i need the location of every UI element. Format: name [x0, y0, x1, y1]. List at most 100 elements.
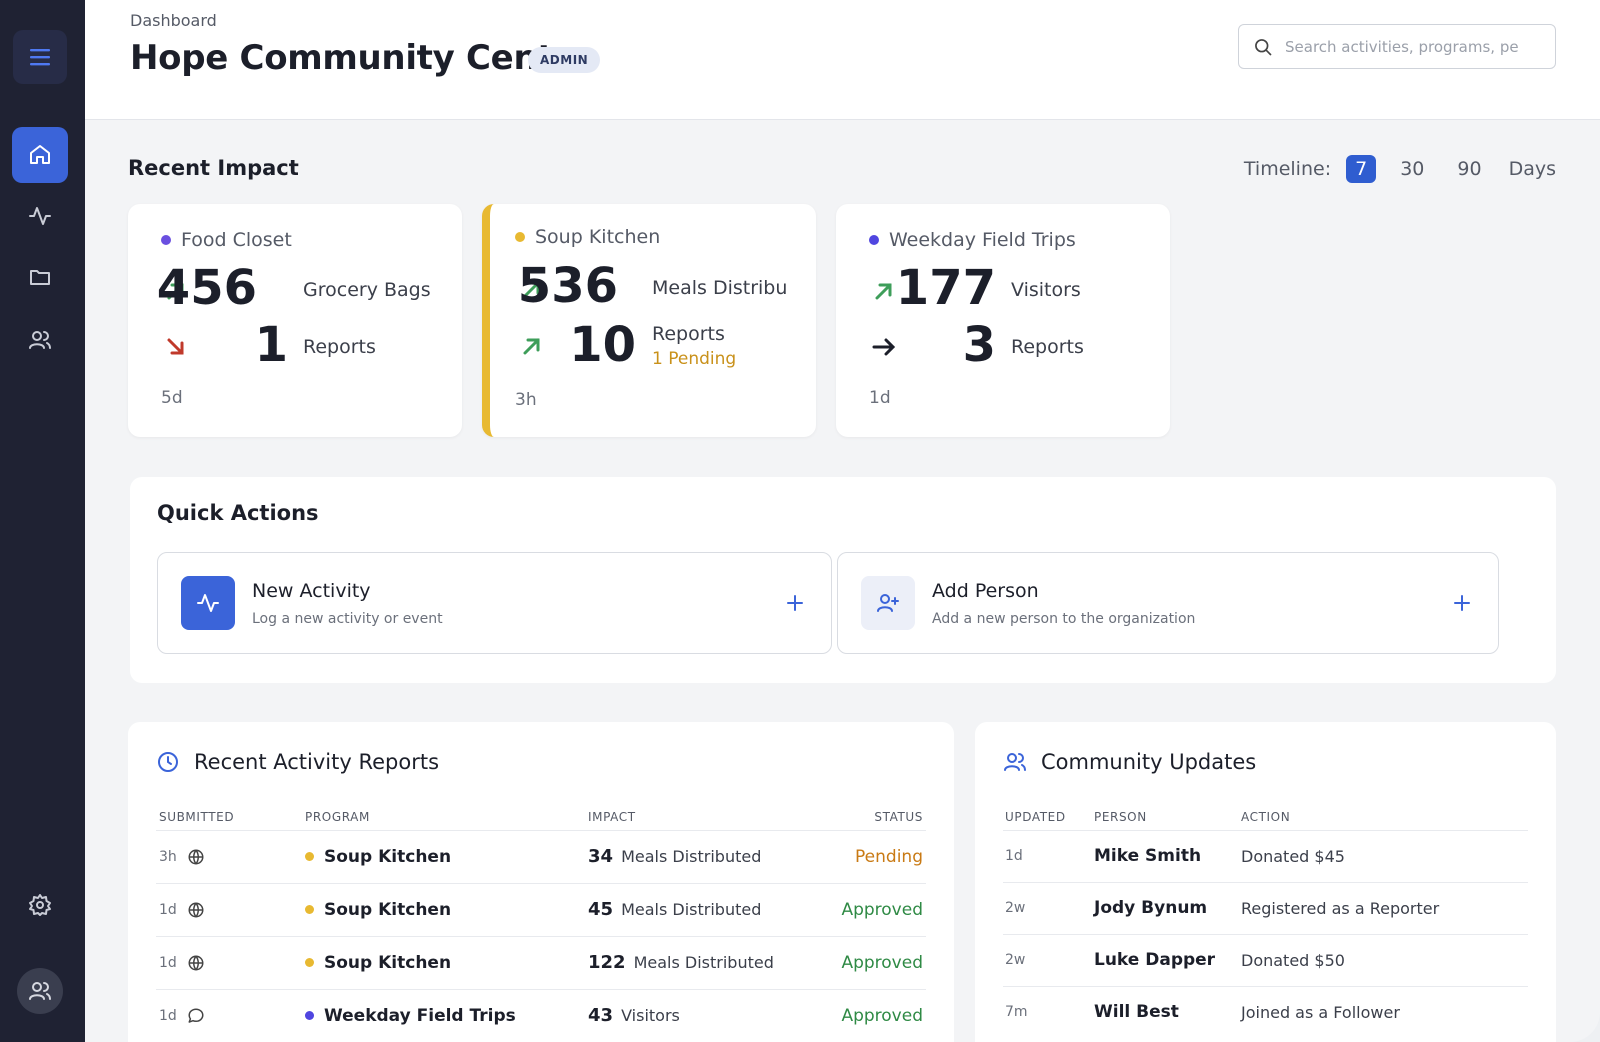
add-person-icon-tile [861, 576, 915, 630]
col-program[interactable]: PROGRAM [305, 810, 370, 824]
status-badge: Approved [841, 952, 923, 973]
divider [156, 883, 926, 884]
program-cell: Weekday Field Trips [305, 989, 516, 1042]
sidebar-item-settings[interactable] [12, 877, 68, 933]
card-age: 1d [869, 388, 891, 408]
divider [156, 830, 926, 831]
action-cell: Joined as a Follower [1241, 1002, 1400, 1022]
page-title: Hope Community Center [130, 38, 593, 78]
submitted-cell: 1d [159, 936, 205, 989]
status-badge: Pending [855, 846, 923, 867]
program-name: Weekday Field Trips [889, 229, 1076, 251]
impact-unit: Visitors [621, 1006, 680, 1025]
program-dot [161, 235, 171, 245]
impact-card-program: Food Closet [161, 229, 292, 251]
divider [156, 936, 926, 937]
secondary-value: 3 [962, 317, 996, 373]
impact-cell: 43 Visitors [588, 989, 680, 1042]
profile-avatar[interactable] [17, 968, 63, 1014]
secondary-unit: Reports [652, 323, 725, 345]
submitted-cell: 1d [159, 883, 205, 936]
person-cell: Mike Smith [1094, 846, 1202, 866]
activity-pulse-icon [197, 594, 219, 612]
globe-icon [188, 902, 204, 917]
primary-unit: Meals Distribu... [652, 277, 787, 299]
program-name: Soup Kitchen [535, 226, 661, 248]
menu-toggle-button[interactable] [13, 30, 67, 84]
primary-unit: Visitors [1011, 279, 1081, 301]
impact-unit: Meals Distributed [633, 953, 774, 972]
timeline-suffix: Days [1508, 158, 1556, 180]
program-dot [305, 905, 314, 914]
sidebar-item-people[interactable] [12, 312, 68, 368]
sidebar-item-folder[interactable] [12, 249, 68, 305]
chat-bubble-icon [188, 1008, 204, 1023]
impact-card-program: Weekday Field Trips [869, 229, 1076, 251]
secondary-value: 1 [254, 317, 288, 373]
impact-cell: 122 Meals Distributed [588, 936, 774, 989]
pending-count: 1 Pending [652, 349, 737, 369]
program-dot [305, 852, 314, 861]
updated-cell: 2w [1005, 952, 1026, 968]
program-dot [305, 958, 314, 967]
program-name: Soup Kitchen [324, 952, 452, 973]
impact-unit: Meals Distributed [621, 847, 762, 866]
secondary-unit: Reports [303, 336, 376, 358]
users-icon [1004, 753, 1026, 771]
new-activity-button[interactable]: New Activity Log a new activity or event [157, 552, 832, 654]
sidebar-item-home[interactable] [12, 127, 68, 183]
globe-icon [188, 955, 204, 970]
hamburger-menu-icon [30, 49, 50, 66]
add-person-button[interactable]: Add Person Add a new person to the organ… [837, 552, 1499, 654]
col-updated[interactable]: UPDATED [1005, 810, 1066, 824]
main-content: Dashboard Hope Community Center ADMIN Re… [85, 0, 1600, 1042]
panel-title: Community Updates [1041, 750, 1257, 774]
col-status[interactable]: STATUS [874, 810, 923, 824]
impact-unit: Meals Distributed [621, 900, 762, 919]
status-badge: Approved [841, 899, 923, 920]
col-action[interactable]: ACTION [1241, 810, 1290, 824]
timeline-option-90[interactable]: 90 [1448, 155, 1490, 183]
col-submitted[interactable]: SUBMITTED [159, 810, 234, 824]
person-cell: Will Best [1094, 1002, 1179, 1022]
sidebar-item-activity[interactable] [12, 188, 68, 244]
timeline-option-30[interactable]: 30 [1391, 155, 1433, 183]
program-cell: Soup Kitchen [305, 830, 451, 883]
recent-activity-reports-panel: Recent Activity Reports SUBMITTED PROGRA… [128, 722, 954, 1042]
impact-card-weekday-field-trips[interactable]: Weekday Field Trips 177 Visitors 3 Repor… [836, 204, 1170, 437]
col-person[interactable]: PERSON [1094, 810, 1147, 824]
status-badge: Approved [841, 1005, 923, 1026]
top-bar: Dashboard Hope Community Center ADMIN [85, 0, 1600, 120]
impact-cell: 45 Meals Distributed [588, 883, 761, 936]
plus-icon [1454, 595, 1470, 611]
community-updates-panel: Community Updates UPDATED PERSON ACTION … [975, 722, 1556, 1042]
action-cell: Registered as a Reporter [1241, 898, 1440, 918]
program-cell: Soup Kitchen [305, 883, 451, 936]
timeline-option-7[interactable]: 7 [1346, 155, 1377, 183]
gear-icon [29, 894, 51, 916]
plus-icon [787, 595, 803, 611]
card-age: 5d [161, 388, 183, 408]
submitted-age: 1d [159, 1007, 177, 1024]
sidebar [0, 0, 85, 1042]
timeline-selector: Timeline: 7 30 90 Days [1244, 155, 1556, 183]
impact-cell: 34 Meals Distributed [588, 830, 761, 883]
impact-card-food-closet[interactable]: Food Closet 456 Grocery Bags 1 Reports 5… [128, 204, 462, 437]
program-dot [515, 232, 525, 242]
search-icon [1255, 38, 1272, 55]
panel-title: Recent Activity Reports [194, 750, 440, 774]
secondary-value: 10 [569, 317, 636, 373]
col-impact[interactable]: IMPACT [588, 810, 636, 824]
divider [156, 989, 926, 990]
search-box[interactable] [1238, 24, 1556, 69]
primary-unit: Grocery Bags [303, 279, 431, 301]
breadcrumb[interactable]: Dashboard [130, 11, 217, 30]
search-input[interactable] [1285, 37, 1525, 56]
panel-header: Recent Activity Reports [156, 750, 439, 774]
quick-actions-title: Quick Actions [157, 501, 319, 525]
program-name: Soup Kitchen [324, 846, 452, 867]
card-age: 3h [515, 390, 537, 410]
quick-actions-panel: Quick Actions New Activity Log a new act… [130, 477, 1556, 683]
impact-card-soup-kitchen[interactable]: Soup Kitchen 536 Meals Distribu... 10 Re… [482, 204, 816, 437]
program-cell: Soup Kitchen [305, 936, 451, 989]
